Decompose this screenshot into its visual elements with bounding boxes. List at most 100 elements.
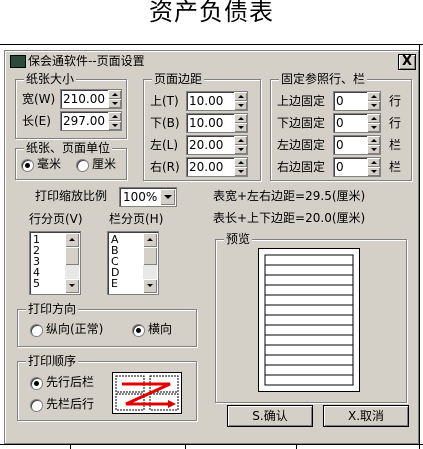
spin-down-button[interactable] (367, 123, 380, 132)
close-button[interactable]: X (398, 54, 416, 70)
scrollbar[interactable] (65, 233, 79, 293)
spin-down-button[interactable] (108, 121, 121, 130)
list-item[interactable]: E (111, 278, 118, 289)
spin-down-button[interactable] (234, 167, 247, 176)
margin-bottom-label: 下(B) (150, 116, 180, 130)
spin-up-button[interactable] (234, 158, 247, 167)
scrollbar[interactable] (143, 233, 157, 293)
spin-down-button[interactable] (367, 101, 380, 110)
margin-right-spinner[interactable]: 20.00 (186, 157, 248, 177)
spin-down-button[interactable] (367, 145, 380, 154)
fixed-left-label: 左边固定 (277, 138, 326, 152)
fixed-top-value[interactable]: 0 (336, 93, 344, 109)
scroll-down-button[interactable] (65, 279, 79, 293)
margins-group: 页面边距 上(T) 10.00 下(B) 10.00 左(L) 20.00 右(… (143, 72, 261, 181)
spin-down-button[interactable] (234, 145, 247, 154)
landscape-radio[interactable] (132, 324, 145, 337)
landscape-label[interactable]: 横向 (148, 321, 172, 337)
grid-line (296, 444, 297, 449)
paper-size-title: 纸张大小 (24, 72, 77, 86)
cancel-button[interactable]: X.取消 (323, 405, 409, 427)
scale-value[interactable]: 100% (123, 189, 157, 205)
fixed-right-value[interactable]: 0 (336, 159, 344, 175)
row-first-label[interactable]: 先行后栏 (46, 374, 94, 390)
fixed-left-value[interactable]: 0 (336, 137, 344, 153)
print-order-diagram-icon (112, 372, 182, 414)
col-pages-list[interactable]: A B C D E (107, 231, 159, 295)
scroll-thumb[interactable] (143, 247, 157, 265)
scale-label: 打印缩放比例 (35, 189, 108, 203)
scroll-up-button[interactable] (143, 233, 157, 247)
grid-line (70, 444, 71, 449)
unit-cm-radio[interactable] (76, 159, 89, 172)
margins-title: 页面边距 (152, 72, 205, 86)
unit-mm-label[interactable]: 毫米 (37, 156, 61, 172)
margin-left-value[interactable]: 20.00 (189, 137, 223, 153)
grid-line (0, 444, 423, 445)
spin-up-button[interactable] (108, 90, 121, 99)
paper-height-value[interactable]: 297.00 (63, 113, 105, 129)
spin-up-button[interactable] (234, 92, 247, 101)
margin-top-value[interactable]: 10.00 (189, 93, 223, 109)
paper-height-spinner[interactable]: 297.00 (60, 111, 122, 131)
scroll-thumb[interactable] (65, 247, 79, 265)
scroll-down-button[interactable] (143, 279, 157, 293)
spin-down-button[interactable] (234, 101, 247, 110)
spin-up-button[interactable] (367, 114, 380, 123)
paper-width-value[interactable]: 210.00 (63, 91, 105, 107)
fixed-bottom-value[interactable]: 0 (336, 115, 344, 131)
unit-cm-label[interactable]: 厘米 (92, 156, 116, 172)
fixed-left-spinner[interactable]: 0 (333, 135, 381, 155)
spin-down-button[interactable] (108, 99, 121, 108)
spin-up-button[interactable] (108, 112, 121, 121)
margin-left-spinner[interactable]: 20.00 (186, 135, 248, 155)
preview-page (258, 248, 360, 392)
grid-line (419, 44, 420, 449)
margin-bottom-spinner[interactable]: 10.00 (186, 113, 248, 133)
margin-right-label: 右(R) (150, 160, 180, 174)
fixed-bottom-spinner[interactable]: 0 (333, 113, 381, 133)
portrait-label[interactable]: 纵向(正常) (46, 321, 103, 337)
spin-up-button[interactable] (234, 136, 247, 145)
fixed-title: 固定参照行、栏 (279, 72, 368, 86)
ok-button[interactable]: S.确认 (227, 405, 313, 427)
spin-up-button[interactable] (234, 114, 247, 123)
orientation-title: 打印方向 (26, 302, 79, 316)
margin-right-value[interactable]: 20.00 (189, 159, 223, 175)
row-first-radio[interactable] (30, 377, 43, 390)
margin-top-spinner[interactable]: 10.00 (186, 91, 248, 111)
row-pages-list[interactable]: 1 2 3 4 5 (29, 231, 81, 295)
page-setup-dialog: 保会通软件--页面设置 X 纸张大小 宽(W) 210.00 长(E) 297.… (4, 50, 419, 444)
fixed-top-spinner[interactable]: 0 (333, 91, 381, 111)
chevron-down-icon[interactable] (160, 189, 175, 205)
col-pages-label: 栏分页(H) (109, 212, 164, 226)
fixed-left-unit: 栏 (389, 138, 402, 152)
margin-bottom-value[interactable]: 10.00 (189, 115, 223, 131)
unit-title: 纸张、页面单位 (24, 141, 113, 155)
fixed-right-spinner[interactable]: 0 (333, 157, 381, 177)
spin-down-button[interactable] (367, 167, 380, 176)
grid-line (185, 444, 186, 449)
fixed-top-unit: 行 (389, 94, 402, 108)
dialog-titlebar[interactable]: 保会通软件--页面设置 X (6, 52, 417, 70)
spin-down-button[interactable] (234, 123, 247, 132)
height-info: 表长+上下边距=20.0(厘米) (213, 211, 366, 225)
margin-left-label: 左(L) (150, 138, 179, 152)
col-first-radio[interactable] (30, 399, 43, 412)
height-label: 长(E) (22, 114, 51, 128)
portrait-radio[interactable] (30, 324, 43, 337)
unit-mm-radio[interactable] (21, 159, 34, 172)
scroll-up-button[interactable] (65, 233, 79, 247)
list-item[interactable]: 5 (33, 278, 40, 289)
scale-select[interactable]: 100% (119, 187, 177, 207)
spin-up-button[interactable] (367, 92, 380, 101)
dialog-title: 保会通软件--页面设置 (28, 54, 145, 68)
paper-width-spinner[interactable]: 210.00 (60, 89, 122, 109)
width-label: 宽(W) (22, 92, 56, 106)
fixed-right-unit: 栏 (389, 160, 402, 174)
spin-up-button[interactable] (367, 136, 380, 145)
print-order-group: 打印顺序 先行后栏 先栏后行 (17, 354, 197, 421)
spin-up-button[interactable] (367, 158, 380, 167)
unit-group: 纸张、页面单位 毫米 厘米 (15, 141, 127, 180)
col-first-label[interactable]: 先栏后行 (46, 396, 94, 412)
